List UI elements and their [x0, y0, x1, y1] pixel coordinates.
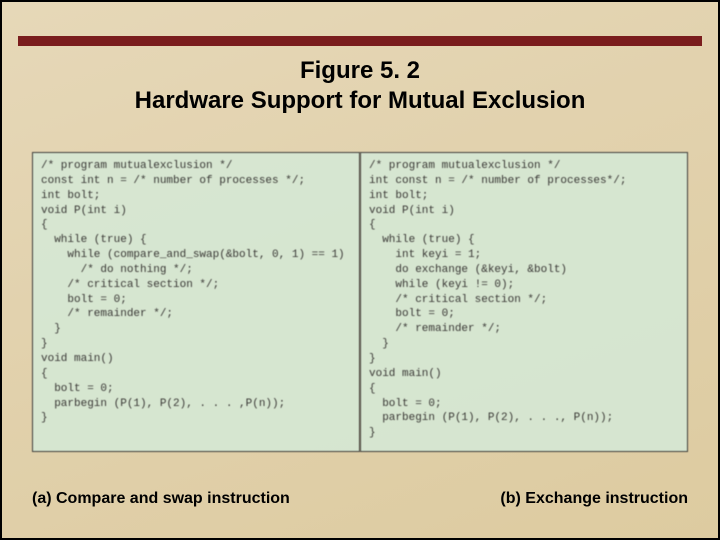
caption-a: (a) Compare and swap instruction	[32, 490, 290, 508]
figure-subtitle: Hardware Support for Mutual Exclusion	[2, 86, 718, 116]
caption-row: (a) Compare and swap instruction (b) Exc…	[32, 490, 688, 508]
figure-number: Figure 5. 2	[2, 56, 718, 86]
caption-b: (b) Exchange instruction	[500, 490, 688, 508]
code-panels: /* program mutualexclusion */ const int …	[32, 152, 688, 452]
code-panel-b: /* program mutualexclusion */ int const …	[360, 152, 688, 452]
figure-title: Figure 5. 2 Hardware Support for Mutual …	[2, 56, 718, 116]
accent-bar	[18, 36, 702, 46]
code-panel-a: /* program mutualexclusion */ const int …	[32, 152, 360, 452]
slide-container: Figure 5. 2 Hardware Support for Mutual …	[0, 0, 720, 540]
